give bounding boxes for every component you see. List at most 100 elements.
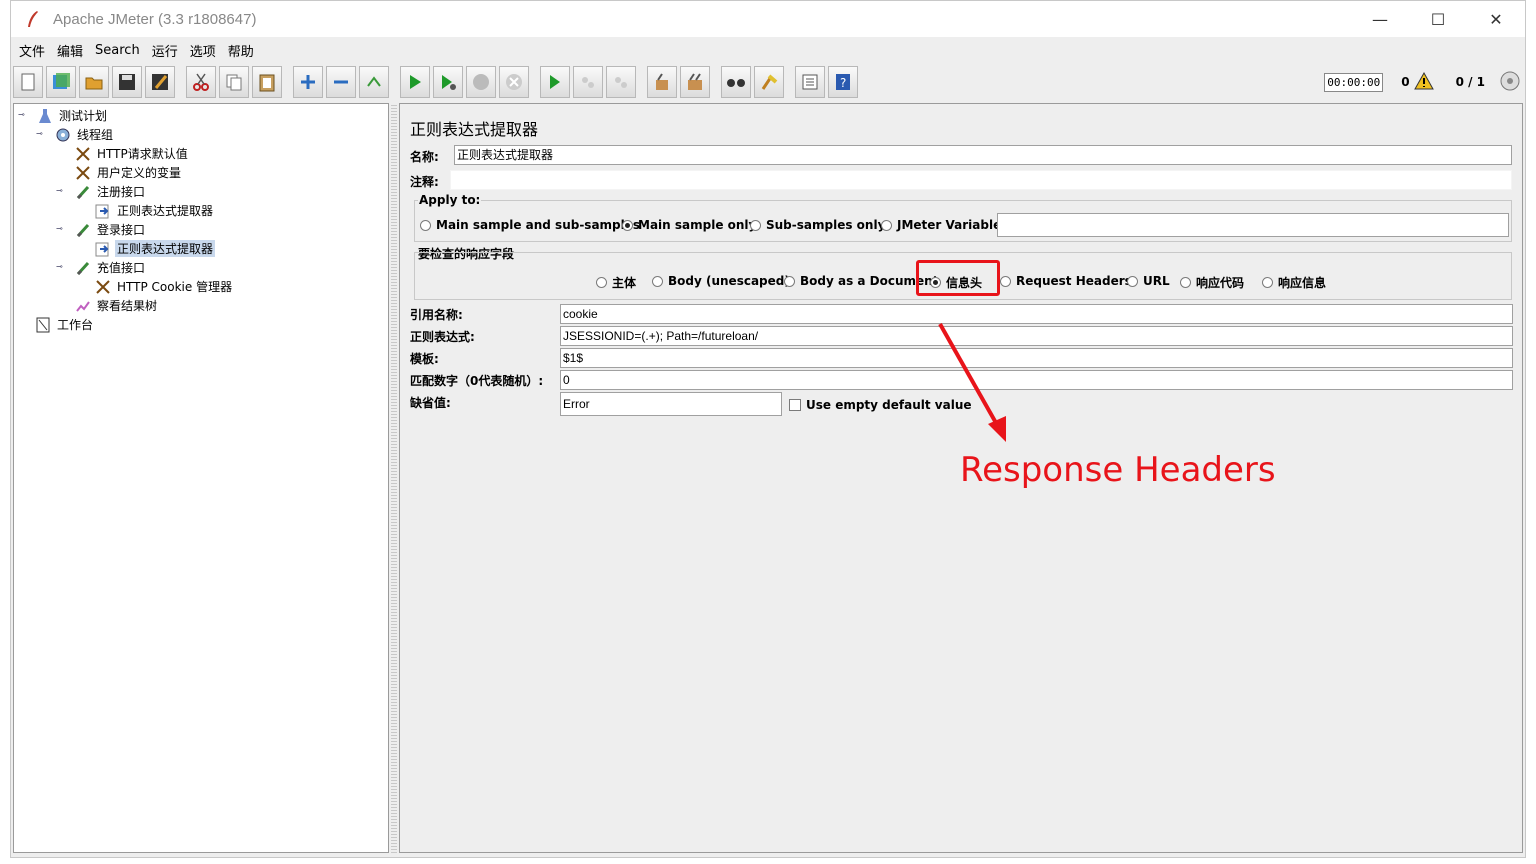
templates-icon[interactable] <box>46 66 76 98</box>
warning-icon[interactable] <box>1413 71 1434 93</box>
shutdown-icon[interactable] <box>499 66 529 98</box>
start-icon[interactable] <box>400 66 430 98</box>
save-icon[interactable] <box>112 66 142 98</box>
test-plan-tree: 测试计划 线程组 HTTP请求默认值 用户定义的变量 注册接口 正则表达式提取器… <box>13 103 389 853</box>
start-no-pause-icon[interactable] <box>433 66 463 98</box>
expander-icon[interactable]: ⊸ <box>56 186 64 195</box>
expander-icon[interactable]: ⊸ <box>56 224 64 233</box>
tree-item-regex-extractor-1[interactable]: 正则表达式提取器 <box>94 201 215 220</box>
toggle-icon[interactable] <box>359 66 389 98</box>
clear-all-icon[interactable] <box>680 66 710 98</box>
tree-item-regex-extractor-2[interactable]: 正则表达式提取器 <box>94 239 216 258</box>
menu-bar: 文件 编辑 Search 运行 选项 帮助 <box>11 39 1525 61</box>
annotation-highlight-box <box>916 260 1000 296</box>
comment-field[interactable] <box>450 170 1512 190</box>
radio-main-only[interactable]: Main sample only <box>622 218 756 232</box>
stop-icon[interactable] <box>466 66 496 98</box>
maximize-button[interactable]: ☐ <box>1409 1 1467 37</box>
name-field[interactable]: 正则表达式提取器 <box>454 145 1512 165</box>
regex-field[interactable]: JSESSIONID=(.+); Path=/futureloan/ <box>560 326 1513 346</box>
tree-item-thread-group[interactable]: 线程组 <box>54 125 115 144</box>
tree-item-results-tree[interactable]: 察看结果树 <box>74 296 159 315</box>
help-icon[interactable]: ? <box>828 66 858 98</box>
cut-icon[interactable] <box>186 66 216 98</box>
tree-item-label: 注册接口 <box>97 185 146 199</box>
menu-search[interactable]: Search <box>91 43 144 58</box>
title-bar: Apache JMeter (3.3 r1808647) — ☐ ✕ <box>11 1 1525 37</box>
page-title: 正则表达式提取器 <box>410 120 539 139</box>
tree-item-test-plan[interactable]: 测试计划 <box>36 106 109 125</box>
reset-search-icon[interactable] <box>754 66 784 98</box>
close-button[interactable]: ✕ <box>1467 1 1525 37</box>
tree-item-login[interactable]: 登录接口 <box>74 220 147 239</box>
jmeter-variable-input[interactable] <box>997 213 1509 237</box>
radio-request-headers[interactable]: Request Headers <box>1000 274 1132 288</box>
tree-item-label: 用户定义的变量 <box>97 166 182 180</box>
menu-file[interactable]: 文件 <box>15 41 49 60</box>
menu-options[interactable]: 选项 <box>186 41 220 60</box>
tree-item-user-variables[interactable]: 用户定义的变量 <box>74 163 183 182</box>
search-icon[interactable] <box>721 66 751 98</box>
default-value-field[interactable]: Error <box>560 392 782 416</box>
tree-item-label: 工作台 <box>57 318 94 332</box>
open-icon[interactable] <box>79 66 109 98</box>
tree-item-http-defaults[interactable]: HTTP请求默认值 <box>74 144 190 163</box>
minimize-button[interactable]: — <box>1351 1 1409 37</box>
menu-run[interactable]: 运行 <box>148 41 182 60</box>
tree-item-recharge[interactable]: 充值接口 <box>74 258 147 277</box>
window-title: Apache JMeter (3.3 r1808647) <box>53 10 257 28</box>
tree-item-workbench[interactable]: 工作台 <box>34 315 95 334</box>
name-label: 名称: <box>410 150 439 164</box>
radio-body-unescaped[interactable]: Body (unescaped) <box>652 274 790 288</box>
remote-shutdown-icon[interactable] <box>606 66 636 98</box>
radio-body[interactable]: 主体 <box>596 274 636 291</box>
paste-icon[interactable] <box>252 66 282 98</box>
expander-icon[interactable]: ⊸ <box>18 110 26 119</box>
tree-item-label: 察看结果树 <box>97 299 158 313</box>
radio-response-code[interactable]: 响应代码 <box>1180 274 1244 291</box>
radio-response-message[interactable]: 响应信息 <box>1262 274 1326 291</box>
expander-icon[interactable]: ⊸ <box>36 129 44 138</box>
error-count: 0 <box>1401 75 1410 89</box>
panel-splitter[interactable] <box>391 103 397 853</box>
ref-name-label: 引用名称: <box>410 308 463 322</box>
tree-item-register[interactable]: 注册接口 <box>74 182 147 201</box>
save-as-icon[interactable] <box>145 66 175 98</box>
tree-item-label: HTTP请求默认值 <box>97 147 188 161</box>
radio-url[interactable]: URL <box>1127 274 1170 288</box>
tree-item-label: 测试计划 <box>59 109 108 123</box>
config-icon <box>94 278 112 296</box>
remote-stop-icon[interactable] <box>573 66 603 98</box>
annotation-arrow <box>938 323 1006 442</box>
test-plan-icon <box>36 107 54 125</box>
expand-icon[interactable] <box>293 66 323 98</box>
tree-item-label: 充值接口 <box>97 261 146 275</box>
listener-icon <box>74 297 92 315</box>
sampler-icon <box>74 221 92 239</box>
radio-sub-only[interactable]: Sub-samples only <box>750 218 885 232</box>
collapse-icon[interactable] <box>326 66 356 98</box>
template-field[interactable]: $1$ <box>560 348 1513 368</box>
menu-edit[interactable]: 编辑 <box>53 41 87 60</box>
comment-label: 注释: <box>410 175 439 189</box>
clear-icon[interactable] <box>647 66 677 98</box>
function-helper-icon[interactable] <box>795 66 825 98</box>
menu-help[interactable]: 帮助 <box>224 41 258 60</box>
tree-item-label: 正则表达式提取器 <box>117 204 214 218</box>
tree-item-cookie-manager[interactable]: HTTP Cookie 管理器 <box>94 277 234 296</box>
editor-panel: 正则表达式提取器 名称: 正则表达式提取器 注释: Apply to: Main… <box>399 103 1523 853</box>
radio-main-and-sub[interactable]: Main sample and sub-samples <box>420 218 640 232</box>
radio-jmeter-variable[interactable]: JMeter Variable <box>881 218 1001 232</box>
tree-item-label: 正则表达式提取器 <box>115 240 216 257</box>
active-threads: 0 / 1 <box>1455 75 1485 89</box>
new-icon[interactable] <box>13 66 43 98</box>
expander-icon[interactable]: ⊸ <box>56 262 64 271</box>
background-strip <box>0 0 10 864</box>
apply-to-title: Apply to: <box>418 193 482 207</box>
remote-start-icon[interactable] <box>540 66 570 98</box>
sampler-icon <box>74 259 92 277</box>
copy-icon[interactable] <box>219 66 249 98</box>
ref-name-field[interactable]: cookie <box>560 304 1513 324</box>
config-icon <box>74 145 92 163</box>
match-no-field[interactable]: 0 <box>560 370 1513 390</box>
